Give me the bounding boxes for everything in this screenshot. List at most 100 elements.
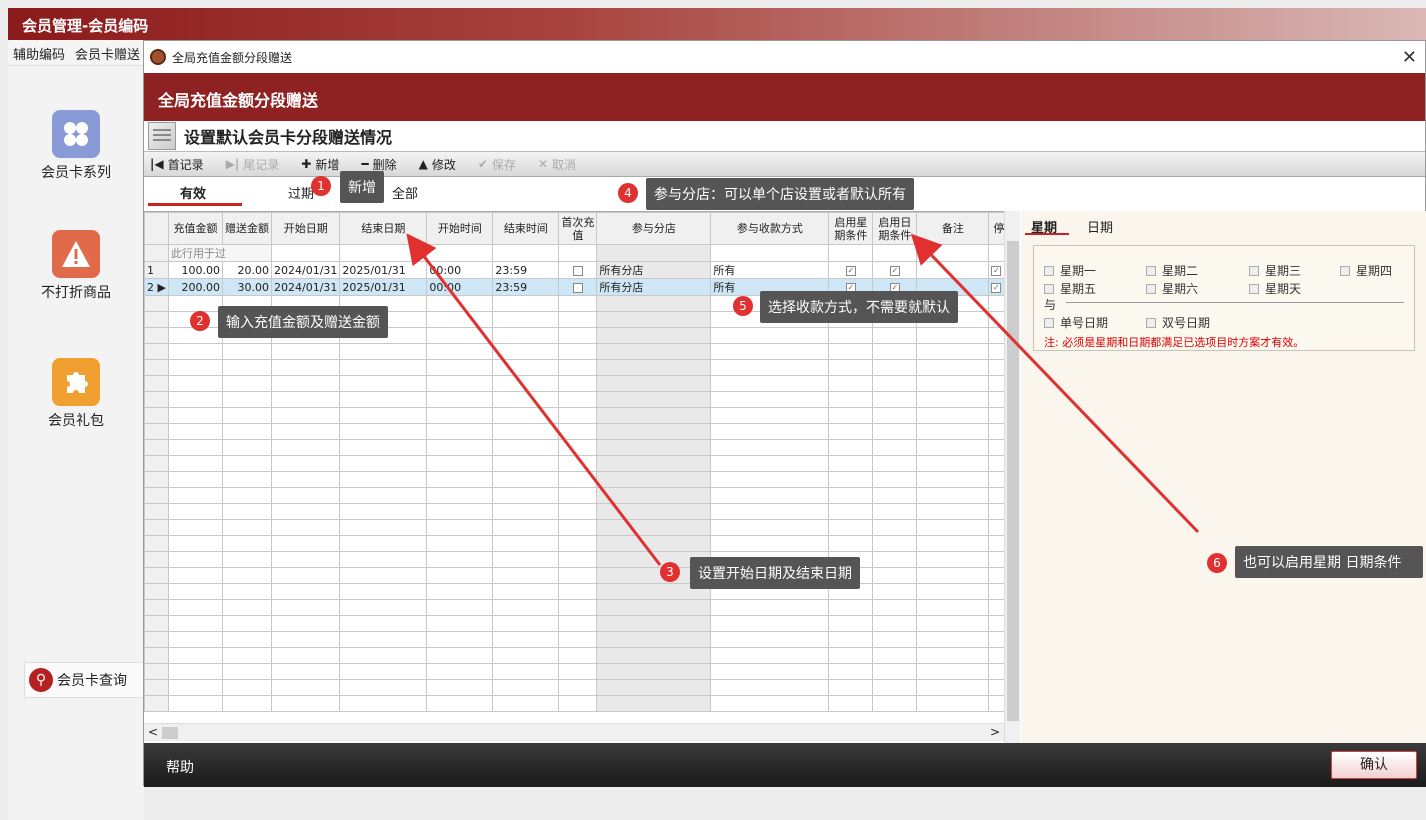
scroll-left-icon[interactable]: < xyxy=(148,725,158,739)
cell-gift[interactable]: 20.00 xyxy=(222,261,272,279)
cell-amount[interactable]: 200.00 xyxy=(168,278,223,296)
weekday-checkbox[interactable] xyxy=(1146,265,1156,276)
filter-cell[interactable] xyxy=(596,244,712,262)
even-day-checkbox[interactable] xyxy=(1146,317,1156,328)
help-button[interactable]: 帮助 xyxy=(166,757,194,777)
col-header[interactable]: 备注 xyxy=(916,212,990,245)
app-title-bar: 会员管理-会员编码 xyxy=(8,8,1426,40)
cell-gift[interactable]: 30.00 xyxy=(222,278,272,296)
row-indicator-header xyxy=(144,212,169,245)
weekday-checkbox[interactable] xyxy=(1044,265,1054,276)
first-recharge-checkbox[interactable] xyxy=(572,265,583,276)
filter-cell[interactable] xyxy=(872,244,918,262)
cell-week-cond[interactable]: ✓ xyxy=(828,261,874,279)
col-header[interactable]: 启用日期条件 xyxy=(872,212,918,245)
cell-end-time[interactable]: 23:59 xyxy=(492,261,560,279)
odd-day-checkbox[interactable] xyxy=(1044,317,1054,328)
cell-start-date[interactable]: 2024/01/31 xyxy=(270,278,341,296)
date-cond-checkbox[interactable]: ✓ xyxy=(889,265,900,276)
empty-cell xyxy=(710,343,830,360)
weekday-checkbox[interactable] xyxy=(1249,265,1259,276)
col-header[interactable]: 首次充值 xyxy=(558,212,598,245)
scrollbar-thumb[interactable] xyxy=(1007,241,1019,721)
horizontal-scrollbar[interactable]: < > xyxy=(144,723,1004,741)
cell-end-date[interactable]: 2025/01/31 xyxy=(339,278,428,296)
scrollbar-thumb[interactable] xyxy=(162,727,178,739)
weekday-checkbox[interactable] xyxy=(1340,265,1350,276)
cancel-button[interactable]: ✕ 取消 xyxy=(538,156,576,173)
col-header[interactable]: 启用星期条件 xyxy=(828,212,874,245)
cell-payment[interactable]: 所有 xyxy=(710,261,830,279)
col-header[interactable]: 开始时间 xyxy=(426,212,494,245)
cell-start-time[interactable]: 00:00 xyxy=(426,278,494,296)
add-button[interactable]: ✚ 新增 xyxy=(301,156,339,173)
cell-first-recharge[interactable] xyxy=(558,261,598,279)
weekday-checkbox[interactable] xyxy=(1249,283,1259,294)
cell-end-time[interactable]: 23:59 xyxy=(492,278,560,296)
tab-valid[interactable]: 有效 xyxy=(180,183,206,202)
cell-start-date[interactable]: 2024/01/31 xyxy=(270,261,341,279)
cell-date-cond[interactable]: ✓ xyxy=(872,261,918,279)
cell-end-date[interactable]: 2025/01/31 xyxy=(339,261,428,279)
confirm-button[interactable]: 确认 xyxy=(1331,751,1417,779)
filter-cell[interactable] xyxy=(916,244,990,262)
weekday-option[interactable]: 星期一 xyxy=(1044,262,1096,279)
even-day-option[interactable]: 双号日期 xyxy=(1146,314,1210,331)
col-header[interactable]: 参与分店 xyxy=(596,212,712,245)
filter-cell[interactable] xyxy=(492,244,560,262)
stop-checkbox[interactable]: ✓ xyxy=(991,265,1002,276)
weekday-option[interactable]: 星期四 xyxy=(1340,262,1392,279)
vertical-scrollbar[interactable] xyxy=(1004,211,1020,743)
empty-cell xyxy=(596,599,712,616)
weekday-option[interactable]: 星期五 xyxy=(1044,280,1096,297)
first-recharge-checkbox[interactable] xyxy=(572,282,583,293)
col-header[interactable]: 开始日期 xyxy=(270,212,341,245)
weekday-option[interactable]: 星期天 xyxy=(1249,280,1301,297)
table-row[interactable]: 1 100.00 20.00 2024/01/31 2025/01/31 00:… xyxy=(144,261,1010,279)
week-cond-checkbox[interactable]: ✓ xyxy=(845,265,856,276)
weekday-checkbox[interactable] xyxy=(1044,283,1054,294)
filter-cell[interactable] xyxy=(828,244,874,262)
col-header[interactable]: 赠送金额 xyxy=(222,212,272,245)
cell-remark[interactable] xyxy=(916,261,990,279)
tab-all[interactable]: 全部 xyxy=(392,183,418,202)
close-icon[interactable]: ✕ xyxy=(1402,47,1417,68)
menu-card-gift[interactable]: 会员卡赠送 xyxy=(70,40,145,67)
empty-row xyxy=(144,695,1010,712)
scroll-right-icon[interactable]: > xyxy=(990,725,1000,739)
cell-store[interactable]: 所有分店 xyxy=(596,261,712,279)
weekday-option[interactable]: 星期二 xyxy=(1146,262,1198,279)
filter-cell[interactable] xyxy=(339,244,428,262)
odd-day-option[interactable]: 单号日期 xyxy=(1044,314,1108,331)
card-query-button[interactable]: ⚲ 会员卡查询 xyxy=(24,662,144,698)
last-record-button[interactable]: ▶| 尾记录 xyxy=(226,156,280,173)
filter-hint[interactable]: 此行用于过 xyxy=(168,244,272,262)
cell-amount[interactable]: 100.00 xyxy=(168,261,223,279)
cell-start-time[interactable]: 00:00 xyxy=(426,261,494,279)
col-header[interactable]: 充值金额 xyxy=(168,212,223,245)
delete-button[interactable]: ━ 删除 xyxy=(361,156,396,173)
filter-cell[interactable] xyxy=(270,244,341,262)
cell-first-recharge[interactable] xyxy=(558,278,598,296)
sidebar-item-no-discount[interactable]: 不打折商品 xyxy=(8,230,144,302)
weekday-option[interactable]: 星期三 xyxy=(1249,262,1301,279)
empty-cell xyxy=(828,647,874,664)
col-header[interactable]: 参与收款方式 xyxy=(710,212,830,245)
col-header[interactable]: 结束时间 xyxy=(492,212,560,245)
filter-cell[interactable] xyxy=(558,244,598,262)
weekday-checkbox[interactable] xyxy=(1146,283,1156,294)
first-record-button[interactable]: |◀ 首记录 xyxy=(150,156,204,173)
sidebar-item-card-series[interactable]: 会员卡系列 xyxy=(8,110,144,182)
cell-store[interactable]: 所有分店 xyxy=(596,278,712,296)
stop-checkbox[interactable]: ✓ xyxy=(991,282,1002,293)
tab-date[interactable]: 日期 xyxy=(1087,217,1113,236)
menu-aux-code[interactable]: 辅助编码 xyxy=(8,40,70,67)
filter-cell[interactable] xyxy=(426,244,494,262)
sidebar-item-gift-pack[interactable]: 会员礼包 xyxy=(8,358,144,430)
filter-cell[interactable] xyxy=(710,244,830,262)
empty-cell xyxy=(596,359,712,376)
col-header[interactable]: 结束日期 xyxy=(339,212,428,245)
weekday-option[interactable]: 星期六 xyxy=(1146,280,1198,297)
edit-button[interactable]: ▲ 修改 xyxy=(419,156,456,173)
save-button[interactable]: ✔ 保存 xyxy=(478,156,516,173)
